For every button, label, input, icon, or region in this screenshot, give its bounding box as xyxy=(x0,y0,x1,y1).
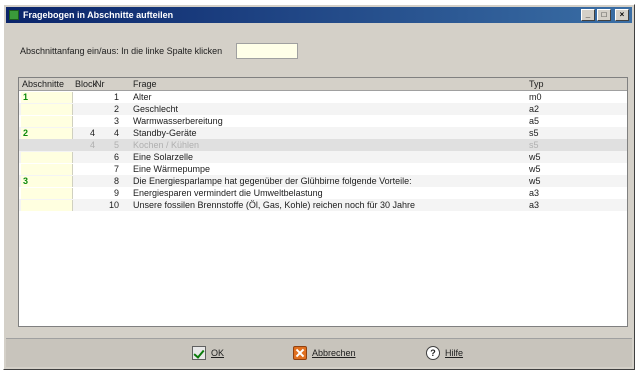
typ-cell: m0 xyxy=(529,92,542,102)
section-cell[interactable] xyxy=(19,140,73,151)
section-cell[interactable] xyxy=(19,115,73,127)
frage-cell: Warmwasserbereitung xyxy=(133,116,223,126)
table-row[interactable]: 1 1 Alter m0 xyxy=(19,91,627,103)
window-title: Fragebogen in Abschnitte aufteilen xyxy=(23,10,174,20)
title-bar[interactable]: Fragebogen in Abschnitte aufteilen _ □ × xyxy=(6,7,632,23)
section-cell[interactable] xyxy=(19,151,73,163)
help-label: Hilfe xyxy=(445,348,464,358)
cancel-label: Abbrechen xyxy=(312,348,356,358)
typ-cell: w5 xyxy=(529,164,541,174)
column-header-abschnitte[interactable]: Abschnitte xyxy=(19,79,73,89)
hint-field[interactable] xyxy=(236,43,299,59)
frage-cell: Unsere fossilen Brennstoffe (Öl, Gas, Ko… xyxy=(133,200,415,210)
nr-cell: 9 xyxy=(113,188,119,198)
hint-label: Abschnittanfang ein/aus: In die linke Sp… xyxy=(20,46,223,56)
frage-cell: Eine Solarzelle xyxy=(133,152,194,162)
block-cell: 4 xyxy=(89,128,95,138)
nr-cell: 4 xyxy=(113,128,119,138)
table-row[interactable]: 2 4 4 Standby-Geräte s5 xyxy=(19,127,627,139)
minimize-button[interactable]: _ xyxy=(581,9,595,21)
frage-cell: Eine Wärmepumpe xyxy=(133,164,211,174)
frage-cell: Die Energiesparlampe hat gegenüber der G… xyxy=(133,176,412,186)
table-row[interactable]: 7 Eine Wärmepumpe w5 xyxy=(19,163,627,175)
column-header-typ[interactable]: Typ xyxy=(527,79,587,89)
table-header: Abschnitte Block Nr Frage Typ xyxy=(19,78,627,91)
column-header-nr[interactable]: Nr xyxy=(95,79,125,89)
section-cell[interactable] xyxy=(19,103,73,115)
table-row[interactable]: 2 Geschlecht a2 xyxy=(19,103,627,115)
nr-cell: 3 xyxy=(113,116,119,126)
frage-cell: Alter xyxy=(133,92,152,102)
section-cell[interactable]: 1 xyxy=(19,91,73,103)
section-marker[interactable]: 3 xyxy=(21,175,73,187)
table-body: 1 1 Alter m0 2 Geschlecht a2 3 Warmwasserbereitu… xyxy=(19,91,627,211)
dialog-window: Fragebogen in Abschnitte aufteilen _ □ ×… xyxy=(3,4,635,370)
typ-cell: s5 xyxy=(529,128,539,138)
column-header-frage[interactable]: Frage xyxy=(125,79,527,89)
nr-cell: 5 xyxy=(113,140,119,150)
column-header-block[interactable]: Block xyxy=(73,79,97,89)
typ-cell: s5 xyxy=(529,140,539,150)
section-marker[interactable] xyxy=(21,103,73,115)
maximize-button[interactable]: □ xyxy=(597,9,611,21)
ok-icon xyxy=(192,346,206,360)
frage-cell: Standby-Geräte xyxy=(133,128,197,138)
questions-table: Abschnitte Block Nr Frage Typ 1 1 Alter m0 2… xyxy=(18,77,628,327)
table-row[interactable]: 3 8 Die Energiesparlampe hat gegenüber der… xyxy=(19,175,627,187)
typ-cell: w5 xyxy=(529,176,541,186)
close-button[interactable]: × xyxy=(615,9,629,21)
table-row[interactable]: 3 Warmwasserbereitung a5 xyxy=(19,115,627,127)
section-cell[interactable] xyxy=(19,163,73,175)
nr-cell: 8 xyxy=(113,176,119,186)
section-marker[interactable]: 2 xyxy=(21,127,73,139)
section-marker[interactable] xyxy=(21,140,73,151)
section-cell[interactable] xyxy=(19,187,73,199)
cancel-button[interactable]: Abbrechen xyxy=(293,344,356,362)
section-marker[interactable] xyxy=(21,151,73,163)
button-bar: OK Abbrechen ? Hilfe xyxy=(6,338,632,367)
typ-cell: w5 xyxy=(529,152,541,162)
nr-cell: 7 xyxy=(113,164,119,174)
frage-cell: Geschlecht xyxy=(133,104,179,114)
section-marker[interactable] xyxy=(21,187,73,199)
app-icon xyxy=(9,10,19,20)
section-marker[interactable] xyxy=(21,163,73,175)
cancel-icon xyxy=(293,346,307,360)
frage-cell: Kochen / Kühlen xyxy=(133,140,200,150)
nr-cell: 2 xyxy=(113,104,119,114)
table-row[interactable]: 10 Unsere fossilen Brennstoffe (Öl, Gas, … xyxy=(19,199,627,211)
hint-row: Abschnittanfang ein/aus: In die linke Sp… xyxy=(20,43,299,59)
section-cell[interactable]: 3 xyxy=(19,175,73,187)
section-marker[interactable]: 1 xyxy=(21,91,73,103)
section-marker[interactable] xyxy=(21,199,73,211)
section-cell[interactable]: 2 xyxy=(19,127,73,139)
help-icon: ? xyxy=(426,346,440,360)
table-row[interactable]: 4 5 Kochen / Kühlen s5 xyxy=(19,139,627,151)
section-cell[interactable] xyxy=(19,199,73,211)
nr-cell: 6 xyxy=(113,152,119,162)
ok-button[interactable]: OK xyxy=(192,344,224,362)
section-marker[interactable] xyxy=(21,115,73,127)
typ-cell: a2 xyxy=(529,104,540,114)
help-button[interactable]: ? Hilfe xyxy=(426,344,463,362)
typ-cell: a3 xyxy=(529,188,540,198)
nr-cell: 10 xyxy=(108,200,119,210)
typ-cell: a5 xyxy=(529,116,540,126)
typ-cell: a3 xyxy=(529,200,540,210)
frage-cell: Energiesparen vermindert die Umweltbelas… xyxy=(133,188,323,198)
nr-cell: 1 xyxy=(113,92,119,102)
block-cell: 4 xyxy=(89,140,95,150)
ok-label: OK xyxy=(211,348,225,358)
table-row[interactable]: 9 Energiesparen vermindert die Umweltbela… xyxy=(19,187,627,199)
table-row[interactable]: 6 Eine Solarzelle w5 xyxy=(19,151,627,163)
